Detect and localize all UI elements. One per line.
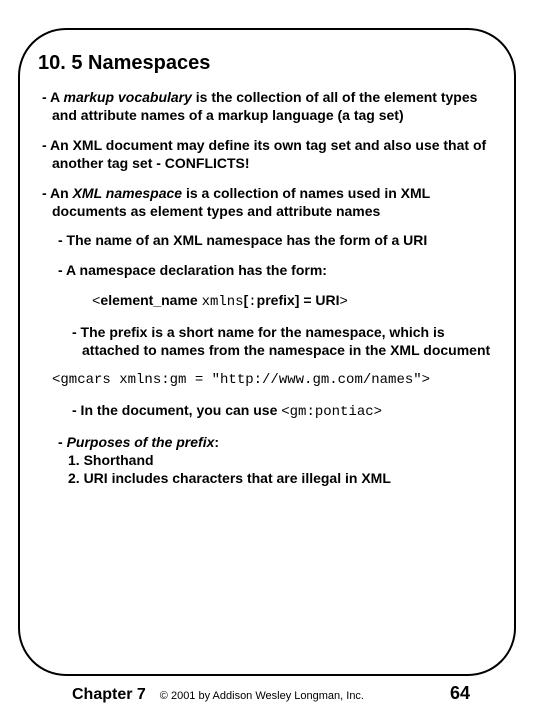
- bullet-conflicts: - An XML document may define its own tag…: [38, 137, 496, 173]
- angle-close: >: [340, 294, 348, 310]
- colon: :: [248, 294, 256, 310]
- declaration-syntax: <element_name xmlns[:prefix] = URI>: [38, 292, 496, 312]
- slide-body: - A markup vocabulary is the collection …: [38, 89, 496, 488]
- code-example: <gmcars xmlns:gm = "http://www.gm.com/na…: [38, 372, 496, 390]
- sub-bullet-prefix-desc: - The prefix is a short name for the nam…: [38, 324, 496, 360]
- sub-bullet-declaration-form: - A namespace declaration has the form:: [38, 262, 496, 280]
- copyright-text: © 2001 by Addison Wesley Longman, Inc.: [160, 690, 364, 702]
- page-number: 64: [450, 683, 470, 704]
- code-inline: <gm:pontiac>: [281, 404, 382, 420]
- text: element_name: [100, 292, 201, 308]
- sub-bullet-purposes: - Purposes of the prefix: 1. Shorthand 2…: [38, 434, 496, 488]
- term-markup-vocabulary: markup vocabulary: [64, 89, 192, 105]
- chapter-label: Chapter 7: [72, 686, 146, 704]
- text: - An: [42, 185, 73, 201]
- slide-title: 10. 5 Namespaces: [38, 52, 496, 75]
- slide-frame: 10. 5 Namespaces - A markup vocabulary i…: [18, 28, 516, 676]
- text: prefix] = URI: [257, 292, 340, 308]
- bullet-xml-namespace: - An XML namespace is a collection of na…: [38, 185, 496, 221]
- term-purposes: Purposes of the prefix: [67, 434, 215, 450]
- slide-footer: Chapter 7 © 2001 by Addison Wesley Longm…: [0, 683, 540, 704]
- sub-bullet-uri-form: - The name of an XML namespace has the f…: [38, 232, 496, 250]
- sub-bullet-usage: - In the document, you can use <gm:ponti…: [38, 402, 496, 422]
- text: - A: [42, 89, 64, 105]
- purpose-1: 1. Shorthand: [68, 452, 154, 470]
- purpose-2: 2. URI includes characters that are ille…: [68, 470, 391, 488]
- text: -: [58, 434, 67, 450]
- xmlns-keyword: xmlns: [202, 294, 244, 310]
- text: - In the document, you can use: [72, 402, 281, 418]
- bullet-markup-vocabulary: - A markup vocabulary is the collection …: [38, 89, 496, 125]
- term-xml-namespace: XML namespace: [73, 185, 182, 201]
- text: :: [214, 434, 219, 450]
